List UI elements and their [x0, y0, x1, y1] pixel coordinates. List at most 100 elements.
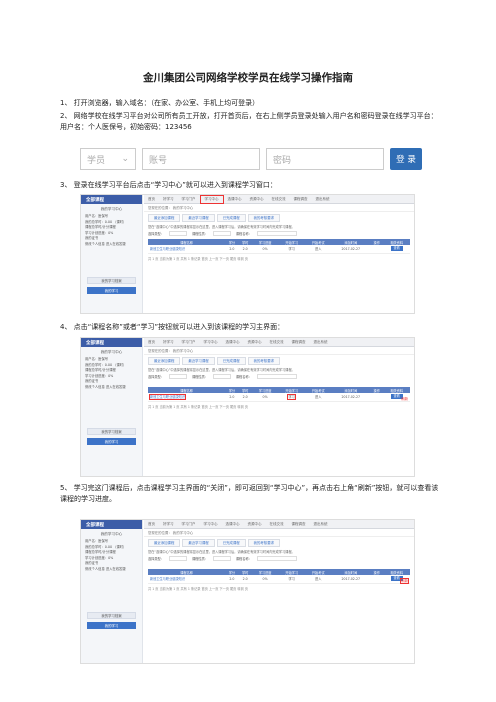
nav-item[interactable]: 好学习 — [159, 195, 178, 204]
nav-item[interactable]: 资源中心 — [244, 520, 266, 529]
nav-item[interactable]: 首页 — [144, 195, 159, 204]
nav-item[interactable]: 资源中心 — [244, 338, 266, 347]
refresh-button[interactable]: 刷新 — [400, 578, 409, 584]
account-input[interactable]: 账号 — [142, 148, 260, 170]
filter-label: 课程名称： — [235, 557, 252, 561]
nature-select[interactable] — [212, 231, 231, 236]
nav-item[interactable]: 选课中心 — [222, 338, 244, 347]
step-2: 2、 网络学校在线学习平台对公司所有员工开放，打开首页后，在右上侧学员登录处输入… — [60, 112, 438, 131]
nav-item[interactable]: 首页 — [144, 338, 159, 347]
archive-button[interactable]: 我的学习档案 — [87, 277, 136, 284]
archive-button[interactable]: 我的学习档案 — [87, 428, 136, 435]
nav-item[interactable]: 选课中心 — [222, 520, 244, 529]
sidebar-row: 修改个人信息 进入在线答疑 — [85, 241, 126, 246]
my-study-button[interactable]: 我的学习 — [87, 438, 136, 445]
password-input[interactable]: 密码 — [266, 148, 384, 170]
course-name-link[interactable]: 新冠卫生与职业健康知识 — [148, 394, 187, 401]
nav-item[interactable]: 课程调查 — [290, 195, 312, 204]
nav-item[interactable]: 资源中心 — [246, 195, 268, 204]
study-button[interactable]: 学习 — [278, 575, 305, 584]
portal-brand: 全部课程 — [81, 520, 142, 529]
filter-label: 课程性质： — [191, 232, 208, 236]
nav-item-study-center[interactable]: 学习中心 — [199, 195, 224, 204]
cell: 2.0 — [225, 393, 239, 402]
nav-item[interactable]: 在线交流 — [266, 338, 288, 347]
type-select[interactable] — [168, 556, 187, 561]
document-title: 金川集团公司网络学校学员在线学习操作指南 — [143, 72, 353, 84]
nav-item[interactable]: 学习门户 — [178, 338, 200, 347]
cell: 2.0 — [225, 245, 239, 254]
course-name-input[interactable] — [256, 231, 297, 236]
nav-item[interactable]: 好学习 — [159, 520, 178, 529]
cell: 0% — [251, 393, 279, 402]
tab[interactable]: 最近添加课程 — [148, 539, 181, 547]
tab[interactable]: 已完成课程 — [216, 357, 246, 365]
tab[interactable]: 我的考核要求 — [247, 214, 280, 222]
tab[interactable]: 我的考核要求 — [247, 357, 280, 365]
tab[interactable]: 最近学习课程 — [182, 357, 215, 365]
course-table: 课程名称 学分 学时 学习进度 开始学习 开始考试 添加时间 操作 相关资料 新… — [148, 239, 410, 254]
nature-select[interactable] — [212, 556, 231, 561]
tab[interactable]: 最近学习课程 — [182, 539, 215, 547]
role-select[interactable]: 学员 ⌄ — [80, 148, 136, 170]
sidebar-title: 我的学习中心 — [100, 350, 123, 354]
course-name-link[interactable]: 新冠卫生与职业健康知识 — [148, 245, 226, 254]
nav-item[interactable]: 选课中心 — [224, 195, 246, 204]
view-button[interactable]: 查看 — [390, 246, 403, 252]
portal-brand: 全部课程 — [81, 195, 142, 204]
tab[interactable]: 已完成课程 — [216, 214, 246, 222]
step-1: 1、 打开浏览器，输入域名：（在家、办公室、手机上均可登录） — [60, 99, 260, 107]
login-button[interactable]: 登 录 — [390, 148, 422, 170]
exam-button[interactable]: 进入 — [304, 245, 332, 254]
course-name-link[interactable]: 新冠卫生与职业健康知识 — [148, 575, 226, 584]
cell: 0% — [251, 245, 279, 254]
nav-item[interactable]: 课程调查 — [288, 520, 310, 529]
nav-item[interactable]: 首页 — [144, 520, 159, 529]
nav-item[interactable]: 退出系统 — [312, 195, 334, 204]
nav-item-study-center[interactable]: 学习中心 — [200, 338, 222, 347]
notice: 您在“选课中心”中选择的课程将显示在这里，进入课程学习后，请确保在有效学习时间内… — [148, 368, 295, 372]
cell: 2.0 — [238, 393, 252, 402]
tabs: 最近添加课程 最近学习课程 已完成课程 我的考核要求 — [144, 537, 414, 547]
nav-item[interactable]: 退出系统 — [310, 338, 332, 347]
tab[interactable]: 最近添加课程 — [148, 214, 181, 222]
tab[interactable]: 最近学习课程 — [182, 214, 215, 222]
portal-screenshot-3: 全部课程 我的学习中心 用户名：医保号 我的总学时：0.00 （课时） 课程总学… — [80, 519, 415, 664]
nav-item[interactable]: 学习门户 — [178, 520, 200, 529]
nav-item[interactable]: 课程调查 — [288, 338, 310, 347]
my-study-button[interactable]: 我的学习 — [87, 287, 136, 294]
tab[interactable]: 已完成课程 — [216, 539, 246, 547]
portal-sidebar: 全部课程 我的学习中心 用户名：医保号 我的总学时：0.00 （课时） 课程总学… — [81, 195, 143, 313]
refresh-button[interactable]: 刷新 — [401, 396, 408, 401]
exam-button[interactable]: 进入 — [304, 393, 332, 402]
archive-button[interactable]: 我的学习档案 — [87, 612, 136, 619]
nav-item[interactable]: 好学习 — [159, 338, 178, 347]
breadcrumb: 您现在的位置： 我的学习中心 — [144, 529, 414, 537]
filter-label: 课程名称： — [235, 375, 252, 379]
portal-sidebar: 全部课程 我的学习中心 用户名：医保号 我的总学时：0.00 （课时） 课程总学… — [81, 520, 143, 663]
tab[interactable]: 最近添加课程 — [148, 357, 181, 365]
course-table: 课程名称 学分 学时 学习进度 开始学习 开始考试 添加时间 操作 相关资料 新… — [148, 569, 410, 584]
study-button[interactable]: 学习 — [287, 394, 296, 401]
nav-item-study-center[interactable]: 学习中心 — [200, 520, 222, 529]
my-study-button[interactable]: 我的学习 — [87, 622, 136, 629]
cell — [370, 393, 384, 402]
filter-label: 课程名称： — [235, 232, 252, 236]
type-select[interactable] — [168, 231, 187, 236]
filter-label: 课程性质： — [191, 375, 208, 379]
cell: 2.0 — [238, 575, 252, 584]
course-name-input[interactable] — [256, 556, 297, 561]
nature-select[interactable] — [212, 374, 231, 379]
study-button[interactable]: 学习 — [278, 245, 305, 254]
nav-item[interactable]: 在线交流 — [268, 195, 290, 204]
tab[interactable]: 我的考核要求 — [247, 539, 280, 547]
type-select[interactable] — [168, 374, 187, 379]
course-table: 课程名称 学分 学时 学习进度 开始学习 开始考试 添加时间 操作 相关资料 新… — [148, 387, 410, 402]
course-name-input[interactable] — [256, 374, 297, 379]
nav-item[interactable]: 退出系统 — [310, 520, 332, 529]
exam-button[interactable]: 进入 — [304, 575, 332, 584]
breadcrumb: 您现在的位置： 我的学习中心 — [144, 347, 414, 355]
nav-item[interactable]: 在线交流 — [266, 520, 288, 529]
cell: 2017-02-27 — [331, 245, 371, 254]
nav-item[interactable]: 学习门户 — [178, 195, 200, 204]
